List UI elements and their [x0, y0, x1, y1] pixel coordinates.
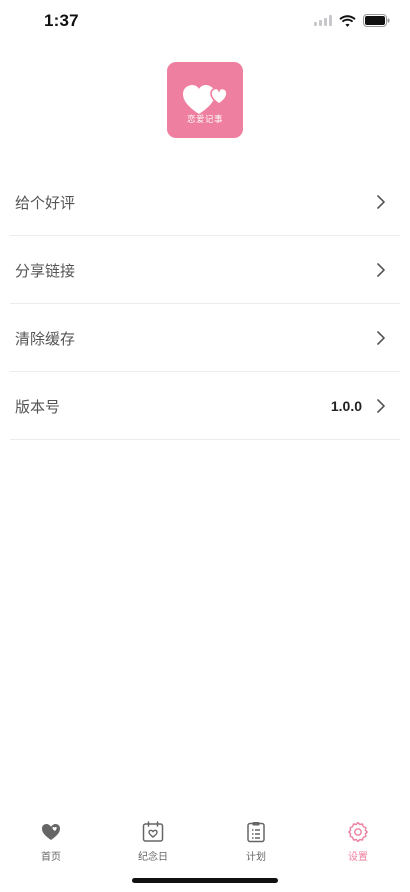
calendar-heart-icon — [142, 821, 164, 842]
status-icons — [314, 14, 390, 27]
tab-bar: 首页 纪念日 计划 设置 — [0, 810, 410, 892]
menu-item-label: 版本号 — [15, 398, 61, 416]
status-time: 1:37 — [44, 11, 79, 30]
tab-settings[interactable]: 设置 — [328, 820, 388, 872]
menu-item-version[interactable]: 版本号 1.0.0 — [10, 372, 400, 440]
menu-item-clear-cache[interactable]: 清除缓存 — [10, 304, 400, 372]
menu-item-label: 分享链接 — [15, 262, 76, 280]
version-value: 1.0.0 — [330, 398, 362, 414]
chevron-right-icon — [377, 399, 385, 413]
settings-menu: 给个好评 分享链接 清除缓存 版本号 1.0.0 — [0, 168, 410, 440]
battery-icon — [363, 14, 390, 27]
menu-item-rate[interactable]: 给个好评 — [10, 168, 400, 236]
heart-chat-icon — [42, 824, 60, 840]
clipboard-list-icon — [247, 822, 265, 843]
tab-plan[interactable]: 计划 — [226, 820, 286, 872]
wifi-icon — [339, 14, 356, 27]
chevron-right-icon — [377, 263, 385, 277]
menu-item-label: 给个好评 — [15, 194, 76, 212]
app-logo-text: 恋爱记事 — [186, 115, 223, 125]
menu-item-share[interactable]: 分享链接 — [10, 236, 400, 304]
app-logo: 恋爱记事 — [167, 62, 243, 138]
tab-label: 计划 — [246, 852, 266, 863]
chevron-right-icon — [377, 331, 385, 345]
gear-icon — [348, 821, 368, 843]
home-indicator — [132, 878, 278, 883]
tab-anniversary[interactable]: 纪念日 — [123, 820, 183, 872]
chevron-right-icon — [377, 195, 385, 209]
tab-label: 设置 — [348, 852, 368, 863]
tab-home[interactable]: 首页 — [21, 820, 81, 872]
tab-label: 首页 — [41, 852, 61, 863]
cellular-signal-icon — [314, 15, 332, 26]
tab-label: 纪念日 — [138, 852, 168, 863]
menu-item-label: 清除缓存 — [15, 330, 76, 348]
status-bar: 1:37 — [0, 0, 410, 48]
